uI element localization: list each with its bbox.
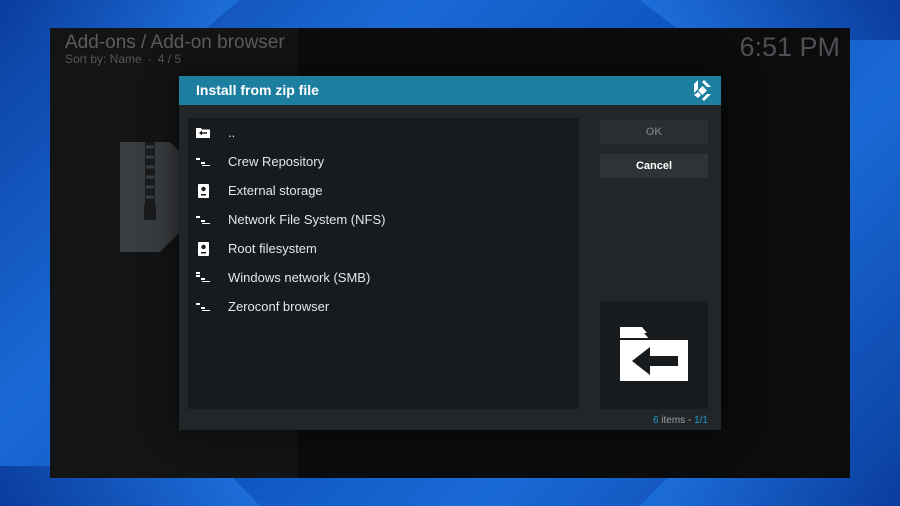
folder-back-icon (196, 126, 210, 140)
network-share-icon (196, 300, 210, 314)
item-count-separator: - (687, 415, 692, 426)
clock: 6:51 PM (739, 32, 840, 62)
list-item-label: Root filesystem (228, 241, 317, 256)
list-item-label: Zeroconf browser (228, 299, 330, 314)
sort-label: Sort by: Name (65, 52, 142, 66)
list-item-label: Windows network (SMB) (228, 270, 371, 285)
drive-icon (196, 183, 210, 198)
item-count-word: items (661, 415, 686, 426)
page-indicator: 1/1 (694, 415, 708, 426)
file-list: .. Crew Repository External storage Netw… (188, 118, 579, 409)
preview-thumbnail (600, 301, 708, 409)
sort-info: Sort by: Name · 4 / 5 (65, 52, 181, 66)
list-item-label: Network File System (NFS) (228, 212, 386, 227)
list-position: 4 / 5 (157, 52, 182, 66)
network-share-icon (196, 155, 210, 169)
install-from-zip-dialog: Install from zip file .. Crew Repository (179, 76, 721, 430)
ok-button[interactable]: OK (600, 120, 708, 144)
folder-back-icon (620, 327, 688, 381)
list-item-label: .. (228, 125, 236, 140)
list-item-zeroconf-browser[interactable]: Zeroconf browser (188, 292, 579, 321)
separator-dot: · (147, 52, 152, 66)
dialog-title: Install from zip file (196, 82, 319, 98)
list-item-label: External storage (228, 183, 323, 198)
network-share-icon (196, 271, 210, 285)
drive-icon (196, 241, 210, 256)
items-count: 6 items - 1/1 (653, 415, 708, 426)
list-item-label: Crew Repository (228, 154, 325, 169)
list-item-windows-network[interactable]: Windows network (SMB) (188, 263, 579, 292)
page-title: Add-ons / Add-on browser (65, 32, 285, 53)
kodi-logo-icon (694, 80, 711, 101)
list-item-parent-folder[interactable]: .. (188, 118, 579, 147)
network-share-icon (196, 213, 210, 227)
dialog-header: Install from zip file (179, 76, 721, 105)
item-count-number: 6 (652, 415, 659, 426)
list-item-root-filesystem[interactable]: Root filesystem (188, 234, 579, 263)
list-item-external-storage[interactable]: External storage (188, 176, 579, 205)
cancel-button[interactable]: Cancel (600, 154, 708, 178)
list-item-crew-repository[interactable]: Crew Repository (188, 147, 579, 176)
list-item-nfs[interactable]: Network File System (NFS) (188, 205, 579, 234)
